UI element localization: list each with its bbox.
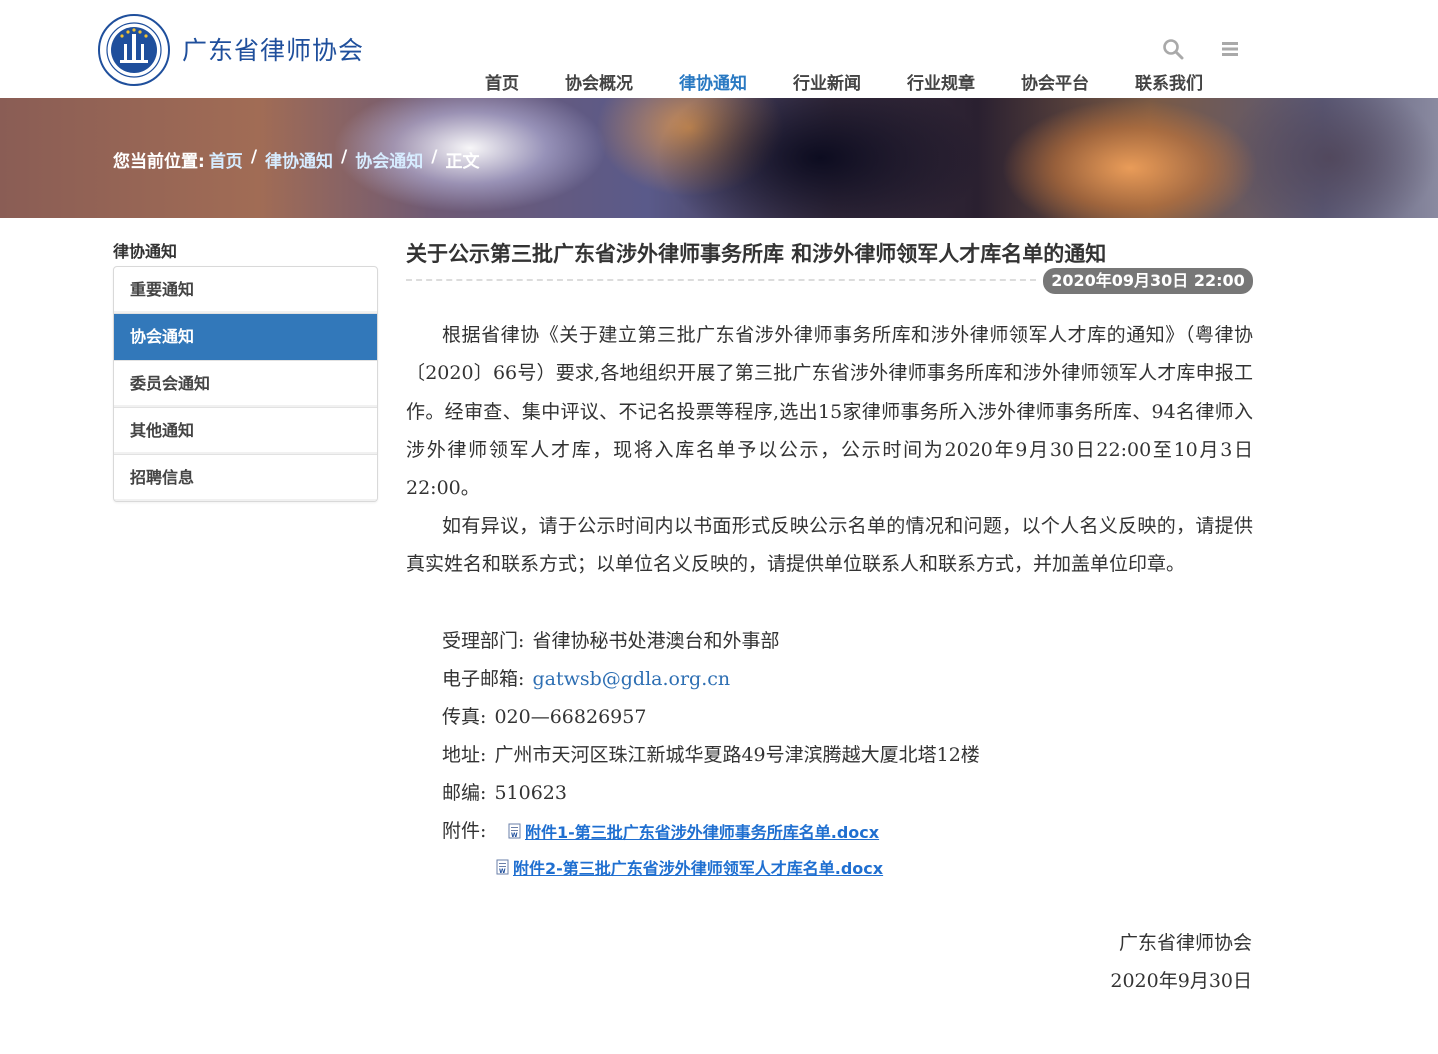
attachment-link-1[interactable]: W 附件1-第三批广东省涉外律师事务所库名单.docx [508, 819, 879, 843]
signature-date: 2020年9月30日 [1110, 970, 1252, 992]
breadcrumb-home[interactable]: 首页 [209, 147, 243, 172]
breadcrumb-current: 正文 [445, 152, 480, 172]
main-nav: 首页 协会概况 律协通知 行业新闻 行业规章 协会平台 联系我们 [462, 70, 1226, 108]
menu-icon[interactable] [1220, 38, 1242, 60]
svg-text:W: W [511, 832, 518, 839]
dept-value: 省律协秘书处港澳台和外事部 [532, 630, 780, 652]
search-icon[interactable] [1162, 38, 1184, 60]
article-paragraph: 如有异议，请于公示时间内以书面形式反映公示名单的情况和问题，以个人名义反映的，请… [406, 515, 1253, 576]
article-paragraph: 根据省律协《关于建立第三批广东省涉外律师事务所库和涉外律师领军人才库的通知》（粤… [406, 324, 1253, 500]
zip-line: 邮编: 510623 [442, 778, 567, 805]
address-line: 地址: 广州市天河区珠江新城华夏路49号津滨腾越大厦北塔12楼 [442, 740, 980, 767]
attachments-label: 附件: [442, 820, 487, 842]
signature-org: 广东省律师协会 [1118, 932, 1252, 954]
breadcrumb-prefix: 您当前位置: [113, 152, 205, 172]
publish-date-badge: 2020年09月30日 22:00 [1043, 268, 1253, 294]
attachment-name[interactable]: 附件1-第三批广东省涉外律师事务所库名单.docx [525, 819, 879, 843]
email-label: 电子邮箱: [442, 668, 525, 690]
dept-label: 受理部门: [442, 630, 525, 652]
svg-text:W: W [499, 868, 506, 875]
sidebar-item-recruitment[interactable]: 招聘信息 [114, 455, 377, 501]
article-title: 关于公示第三批广东省涉外律师事务所库 和涉外律师领军人才库名单的通知 [406, 242, 1107, 266]
sidebar-menu: 重要通知 协会通知 委员会通知 其他通知 招聘信息 [113, 266, 378, 502]
zip-value: 510623 [494, 782, 567, 804]
site-header: 广东省律师协会 首页 协会概况 律协通知 行业新闻 行业规章 协会平台 联系我们 [0, 0, 1438, 108]
dept-line: 受理部门: 省律协秘书处港澳台和外事部 [442, 626, 779, 653]
word-doc-icon: W [508, 823, 521, 839]
breadcrumb-separator: / [341, 147, 348, 167]
breadcrumb-notices[interactable]: 律协通知 [265, 147, 333, 172]
address-label: 地址: [442, 744, 487, 766]
address-value: 广州市天河区珠江新城华夏路49号津滨腾越大厦北塔12楼 [494, 744, 980, 766]
breadcrumb-association-notices[interactable]: 协会通知 [355, 147, 423, 172]
sidebar-item-other[interactable]: 其他通知 [114, 408, 377, 455]
sidebar-item-association[interactable]: 协会通知 [114, 314, 377, 361]
email-link[interactable]: gatwsb@gdla.org.cn [532, 668, 730, 690]
attachment-name[interactable]: 附件2-第三批广东省涉外律师领军人才库名单.docx [513, 855, 883, 879]
sidebar-title: 律协通知 [113, 242, 178, 261]
sidebar-item-committee[interactable]: 委员会通知 [114, 361, 377, 408]
email-line: 电子邮箱: gatwsb@gdla.org.cn [442, 664, 730, 691]
word-doc-icon: W [496, 859, 509, 875]
sidebar-item-important[interactable]: 重要通知 [114, 267, 377, 314]
fax-label: 传真: [442, 706, 487, 728]
breadcrumb-separator: / [431, 147, 438, 167]
breadcrumb: 您当前位置: 首页 / 律协通知 / 协会通知 / 正文 [113, 147, 479, 172]
fax-value: 020—66826957 [494, 706, 647, 728]
association-logo[interactable] [98, 14, 170, 86]
zip-label: 邮编: [442, 782, 487, 804]
breadcrumb-separator: / [250, 147, 258, 167]
site-title[interactable]: 广东省律师协会 [182, 31, 364, 67]
attachment-link-2[interactable]: W 附件2-第三批广东省涉外律师领军人才库名单.docx [496, 855, 883, 879]
title-divider [406, 279, 1036, 281]
fax-line: 传真: 020—66826957 [442, 702, 646, 729]
